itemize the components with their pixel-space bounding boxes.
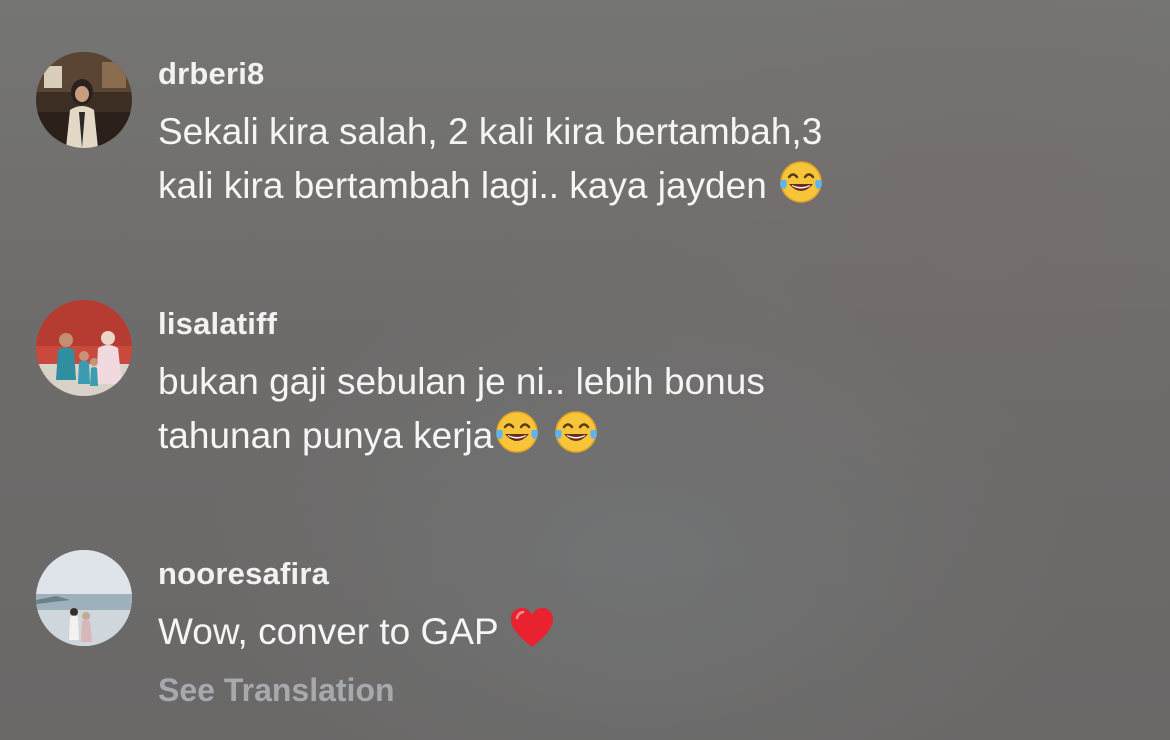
comments-feed: drberi8 Sekali kira salah, 2 kali kira b… xyxy=(0,0,1170,740)
face-with-tears-of-joy-icon xyxy=(777,158,825,206)
comment-text: Wow, conver to GAP xyxy=(158,604,1038,658)
red-heart-icon xyxy=(508,604,556,652)
comment-text-line: Sekali kira salah, 2 kali kira bertambah… xyxy=(158,111,823,152)
comment-username[interactable]: nooresafira xyxy=(158,556,329,592)
comment-text: Sekali kira salah, 2 kali kira bertambah… xyxy=(158,106,1038,212)
comment-text-line: kali kira bertambah lagi.. kaya jayden xyxy=(158,165,767,206)
face-with-tears-of-joy-icon xyxy=(552,408,600,456)
comment-text-line: tahunan punya kerja xyxy=(158,415,494,456)
avatar[interactable] xyxy=(36,300,132,396)
face-with-tears-of-joy-icon xyxy=(493,408,541,456)
comment-text: bukan gaji sebulan je ni.. lebih bonus t… xyxy=(158,356,1038,462)
comment-text-line-row: Wow, conver to GAP xyxy=(158,604,1038,658)
see-translation-link[interactable]: See Translation xyxy=(158,672,395,709)
comment-text-line-row: kali kira bertambah lagi.. kaya jayden xyxy=(158,158,1038,212)
comment-username[interactable]: drberi8 xyxy=(158,56,265,92)
comment-username[interactable]: lisalatiff xyxy=(158,306,277,342)
avatar[interactable] xyxy=(36,550,132,646)
comment-text-line-row: tahunan punya kerja xyxy=(158,408,1038,462)
avatar[interactable] xyxy=(36,52,132,148)
comment-text-line: bukan gaji sebulan je ni.. lebih bonus xyxy=(158,361,765,402)
comment-text-line: Wow, conver to GAP xyxy=(158,611,499,652)
